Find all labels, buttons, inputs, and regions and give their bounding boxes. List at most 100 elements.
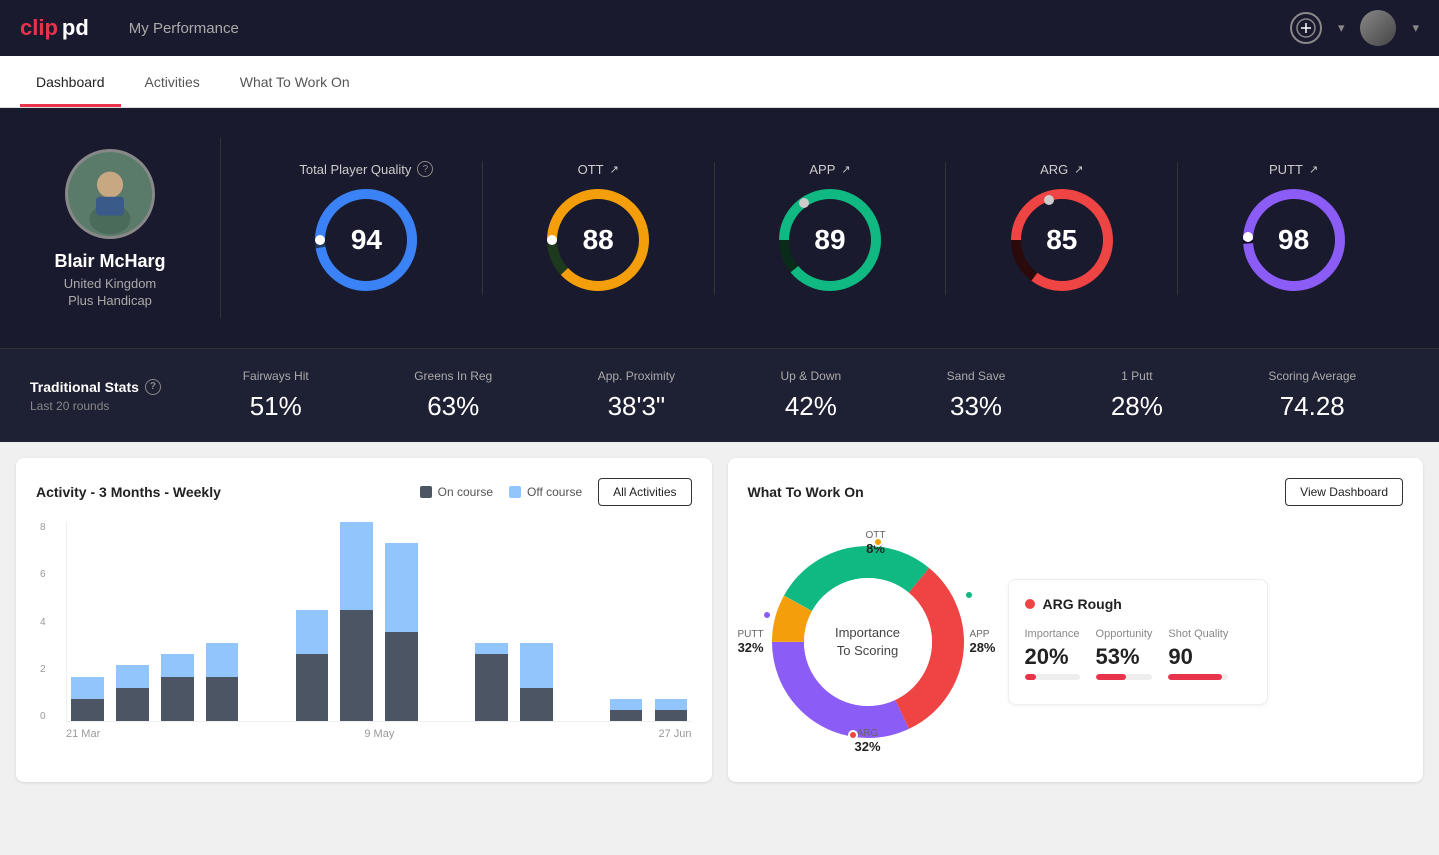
arg-metric-value: 90 bbox=[1168, 644, 1228, 670]
total-quality-label: Total Player Quality ? bbox=[299, 161, 433, 177]
off-course-bar bbox=[655, 699, 688, 710]
arg-metric-bar bbox=[1025, 674, 1080, 680]
arg-highlight-dot bbox=[848, 730, 858, 740]
stat-item: Up & Down 42% bbox=[781, 369, 842, 422]
y-axis: 8 6 4 2 0 bbox=[36, 522, 50, 722]
app-highlight-dot bbox=[964, 590, 974, 600]
stat-value: 28% bbox=[1111, 391, 1163, 422]
bar-stack bbox=[202, 522, 243, 721]
ott-value: 88 bbox=[583, 224, 614, 256]
score-total: Total Player Quality ? 94 bbox=[251, 161, 483, 295]
bar-group bbox=[516, 522, 557, 721]
bar-stack bbox=[67, 522, 108, 721]
user-avatar[interactable] bbox=[1360, 10, 1396, 46]
arg-rough-title: ARG Rough bbox=[1025, 596, 1251, 612]
add-button[interactable] bbox=[1290, 12, 1322, 44]
arg-metric: Opportunity 53% bbox=[1096, 628, 1153, 680]
bar-stack bbox=[426, 522, 467, 721]
arg-metric-bar-fill bbox=[1168, 674, 1222, 680]
on-course-bar bbox=[520, 688, 553, 721]
stat-item: Scoring Average 74.28 bbox=[1268, 369, 1356, 422]
bar-stack bbox=[247, 522, 288, 721]
bar-group bbox=[157, 522, 198, 721]
arg-metric: Importance 20% bbox=[1025, 628, 1080, 680]
player-avatar bbox=[65, 149, 155, 239]
stat-value: 74.28 bbox=[1280, 391, 1345, 422]
chart-container: 8 6 4 2 0 21 Mar 9 May 27 Jun bbox=[36, 522, 692, 740]
arg-metric-bar bbox=[1168, 674, 1228, 680]
bar-stack bbox=[516, 522, 557, 721]
ott-chart: 88 bbox=[543, 185, 653, 295]
on-course-bar bbox=[206, 677, 239, 721]
app-trend: ↗ bbox=[841, 163, 850, 176]
bar-group bbox=[561, 522, 602, 721]
hero-divider bbox=[220, 138, 221, 318]
score-arg: ARG ↗ 85 bbox=[946, 162, 1178, 295]
stat-item: Greens In Reg 63% bbox=[414, 369, 492, 422]
arg-label: ARG bbox=[1040, 162, 1068, 177]
bar-stack bbox=[651, 522, 692, 721]
off-course-bar bbox=[206, 643, 239, 676]
off-course-bar bbox=[385, 543, 418, 632]
stat-value: 42% bbox=[785, 391, 837, 422]
bar-stack bbox=[291, 522, 332, 721]
on-course-bar bbox=[655, 710, 688, 721]
header-actions: ▾ ▾ bbox=[1290, 10, 1419, 46]
bar-group bbox=[471, 522, 512, 721]
work-card-header: What To Work On View Dashboard bbox=[748, 478, 1404, 506]
score-ott: OTT ↗ 88 bbox=[483, 162, 715, 295]
page-title: My Performance bbox=[129, 20, 239, 37]
stats-help-icon[interactable]: ? bbox=[145, 379, 161, 395]
tab-activities[interactable]: Activities bbox=[129, 60, 216, 107]
on-course-bar bbox=[475, 654, 508, 721]
hero-section: Blair McHarg United Kingdom Plus Handica… bbox=[0, 108, 1439, 348]
score-app: APP ↗ 89 bbox=[715, 162, 947, 295]
tab-what-to-work-on[interactable]: What To Work On bbox=[224, 60, 366, 107]
ott-trend: ↗ bbox=[610, 163, 619, 176]
off-course-dot bbox=[509, 486, 521, 498]
player-country: United Kingdom bbox=[64, 276, 157, 291]
total-quality-help-icon[interactable]: ? bbox=[417, 161, 433, 177]
total-quality-chart: 94 bbox=[311, 185, 421, 295]
score-putt: PUTT ↗ 98 bbox=[1178, 162, 1409, 295]
on-course-bar bbox=[610, 710, 643, 721]
donut-center-text: Importance To Scoring bbox=[835, 624, 900, 660]
stats-bar: Traditional Stats ? Last 20 rounds Fairw… bbox=[0, 348, 1439, 442]
putt-trend: ↗ bbox=[1309, 163, 1318, 176]
off-course-bar bbox=[71, 677, 104, 699]
bar-group bbox=[202, 522, 243, 721]
tab-dashboard[interactable]: Dashboard bbox=[20, 60, 121, 107]
activity-chart-header: Activity - 3 Months - Weekly On course O… bbox=[36, 478, 692, 506]
bar-stack bbox=[381, 522, 422, 721]
app-value: 89 bbox=[814, 224, 845, 256]
ott-highlight-dot bbox=[873, 537, 883, 547]
on-course-dot bbox=[420, 486, 432, 498]
bar-group bbox=[247, 522, 288, 721]
stat-item: App. Proximity 38'3" bbox=[598, 369, 675, 422]
arg-trend: ↗ bbox=[1074, 163, 1083, 176]
off-course-bar bbox=[475, 643, 508, 654]
arg-metric-bar bbox=[1096, 674, 1153, 680]
app-label: APP bbox=[809, 162, 835, 177]
donut-chart-container: Importance To Scoring OTT 8% APP 28% ARG… bbox=[748, 522, 988, 762]
add-dropdown-arrow[interactable]: ▾ bbox=[1338, 20, 1345, 36]
stat-value: 51% bbox=[250, 391, 302, 422]
bar-stack bbox=[336, 522, 377, 721]
arg-metric-value: 53% bbox=[1096, 644, 1153, 670]
bottom-section: Activity - 3 Months - Weekly On course O… bbox=[0, 442, 1439, 798]
stats-items: Fairways Hit 51% Greens In Reg 63% App. … bbox=[190, 369, 1409, 422]
stat-value: 33% bbox=[950, 391, 1002, 422]
arg-metric-label: Shot Quality bbox=[1168, 628, 1228, 640]
off-course-bar bbox=[161, 654, 194, 676]
putt-chart: 98 bbox=[1239, 185, 1349, 295]
view-dashboard-button[interactable]: View Dashboard bbox=[1285, 478, 1403, 506]
arg-metrics: Importance 20% Opportunity 53% Shot Qual… bbox=[1025, 628, 1251, 680]
all-activities-button[interactable]: All Activities bbox=[598, 478, 691, 506]
stat-value: 63% bbox=[427, 391, 479, 422]
nav-tabs: Dashboard Activities What To Work On bbox=[0, 56, 1439, 108]
avatar-dropdown-arrow[interactable]: ▾ bbox=[1412, 20, 1419, 36]
stat-label: Greens In Reg bbox=[414, 369, 492, 383]
header: clippd My Performance ▾ ▾ bbox=[0, 0, 1439, 56]
stat-item: Fairways Hit 51% bbox=[243, 369, 309, 422]
off-course-bar bbox=[340, 522, 373, 610]
